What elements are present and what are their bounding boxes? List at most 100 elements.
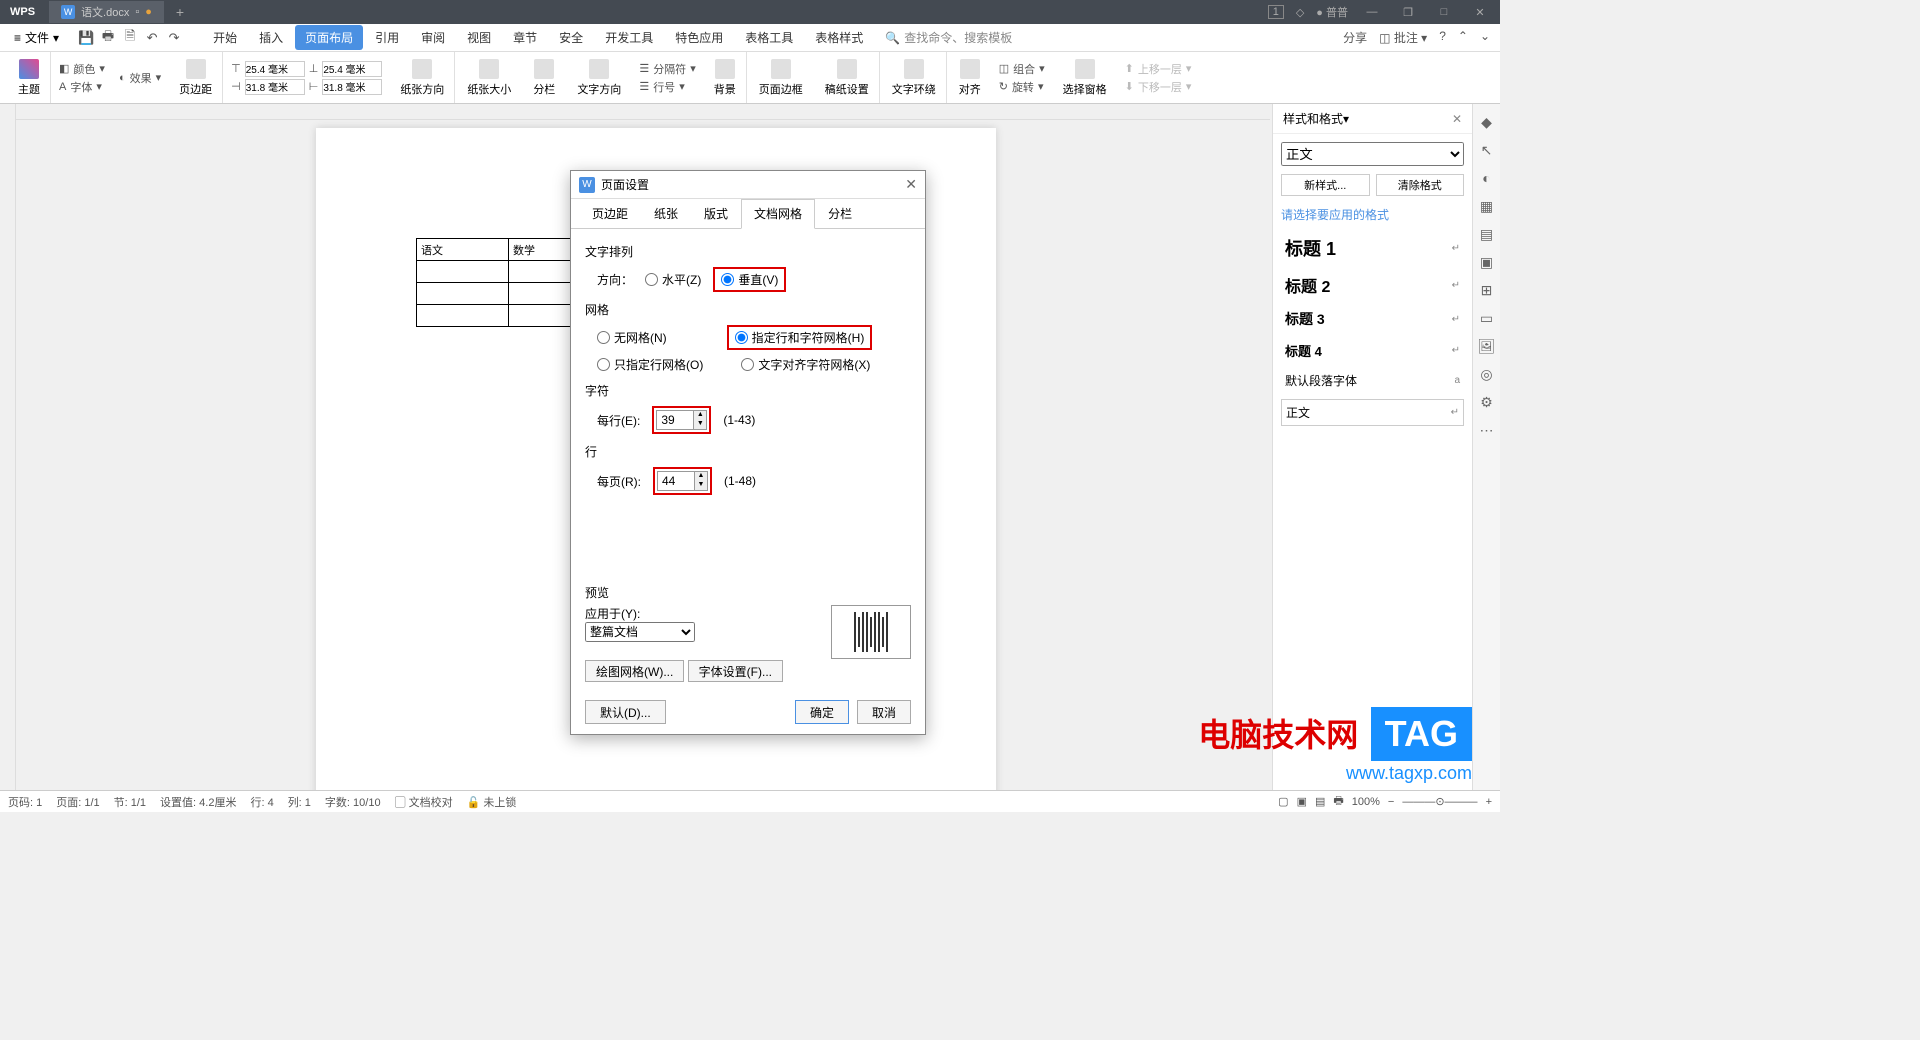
annotate-button[interactable]: ◫ 批注 ▾ [1379,29,1427,46]
collapse-icon[interactable]: ⌃ [1458,29,1468,46]
save-icon[interactable]: 💾 [77,29,95,47]
down-button[interactable]: ⬇ 下移一层 ▾ [1125,79,1192,95]
tab-start[interactable]: 开始 [203,25,247,50]
strip-icon[interactable]: ▣ [1478,254,1496,272]
panel-close-icon[interactable]: ✕ [1452,112,1462,126]
status-words[interactable]: 字数: 10/10 [325,794,381,810]
tab-tabletools[interactable]: 表格工具 [735,25,803,50]
effect-button[interactable]: ◐ 效果 ▾ [119,70,161,86]
spin-up-icon[interactable]: ▲ [694,411,706,420]
status-lock[interactable]: 🔓 未上锁 [467,794,517,810]
tab-insert[interactable]: 插入 [249,25,293,50]
ok-button[interactable]: 确定 [795,700,849,724]
up-button[interactable]: ⬆ 上移一层 ▾ [1125,61,1192,77]
strip-icon[interactable]: 🖼 [1478,338,1496,356]
spin-down-icon[interactable]: ▼ [695,481,707,490]
tab-layout[interactable]: 页面布局 [295,25,363,50]
margins-button[interactable]: 页边距 [175,59,216,97]
view-icon[interactable]: 🖶 [1333,792,1343,811]
more-icon[interactable]: ⌄ [1480,29,1490,46]
style-h2[interactable]: 标题 2↵ [1281,267,1464,303]
dtab-grid[interactable]: 文档网格 [741,199,815,229]
draw-grid-button[interactable]: 绘图网格(W)... [585,660,684,682]
orientation-button[interactable]: 纸张方向 [396,59,448,97]
breaks-button[interactable]: ☰ 分隔符 ▾ [639,61,695,77]
margin-top[interactable]: ⊤ ⊥ [231,61,382,77]
spin-down-icon[interactable]: ▼ [694,420,706,429]
dtab-paper[interactable]: 纸张 [641,199,691,228]
share-button[interactable]: 分享 [1343,29,1367,46]
perline-input[interactable] [657,411,693,429]
style-h3[interactable]: 标题 3↵ [1281,303,1464,335]
cancel-button[interactable]: 取消 [857,700,911,724]
zoom-in-icon[interactable]: + [1486,796,1492,808]
wrap-button[interactable]: 文字环绕 [888,59,940,97]
view-icon[interactable]: ▢ [1278,795,1288,808]
radio-horizontal[interactable]: 水平(Z) [645,271,701,288]
redo-icon[interactable]: ↷ [165,29,183,47]
view-icon[interactable]: ▣ [1297,795,1307,808]
strip-icon[interactable]: ⚙ [1478,394,1496,412]
radio-alignchar[interactable]: 文字对齐字符网格(X) [741,356,870,373]
command-search[interactable]: 🔍 查找命令、搜索模板 [885,29,1012,46]
font-button[interactable]: A 字体 ▾ [59,79,105,95]
color-button[interactable]: ◧ 颜色 ▾ [59,61,105,77]
user-avatar[interactable]: ● 普普 [1316,4,1348,20]
radio-lineonly[interactable]: 只指定行网格(O) [597,356,703,373]
table-cell[interactable] [417,305,509,327]
strip-icon[interactable]: ▦ [1478,198,1496,216]
radio-vertical[interactable]: 垂直(V) [721,271,778,288]
default-button[interactable]: 默认(D)... [585,700,666,724]
print-icon[interactable]: 🖶 [99,29,117,47]
strip-icon[interactable]: ▤ [1478,226,1496,244]
background-button[interactable]: 背景 [710,59,740,97]
border-button[interactable]: 页面边框 [755,59,807,97]
font-setting-button[interactable]: 字体设置(F)... [688,660,783,682]
preview-icon[interactable]: 🗎 [121,29,139,47]
style-default-para[interactable]: 默认段落字体a [1281,366,1464,395]
radio-linechar[interactable]: 指定行和字符网格(H) [735,329,865,346]
clear-format-button[interactable]: 清除格式 [1376,174,1465,196]
status-page[interactable]: 页码: 1 [8,794,42,810]
help-icon[interactable]: ? [1439,29,1446,46]
strip-icon[interactable]: ◐ [1478,170,1496,188]
view-icon[interactable]: ▤ [1315,795,1325,808]
combine-button[interactable]: ◫ 组合 ▾ [999,61,1045,77]
table-cell[interactable] [417,283,509,305]
style-h1[interactable]: 标题 1↵ [1281,229,1464,267]
tab-special[interactable]: 特色应用 [665,25,733,50]
zoom-out-icon[interactable]: − [1388,796,1394,808]
pane-button[interactable]: 选择窗格 [1059,59,1111,97]
rotate-button[interactable]: ↻ 旋转 ▾ [999,79,1045,95]
tab-menu-icon[interactable]: ▫ [135,6,139,18]
perline-spinner[interactable]: ▲▼ [656,410,707,430]
status-section[interactable]: 节: 1/1 [114,794,146,810]
textdir-button[interactable]: 文字方向 [573,59,625,97]
current-style-select[interactable]: 正文 [1281,142,1464,166]
radio-nogrid[interactable]: 无网格(N) [597,329,667,346]
paper-button[interactable]: 稿纸设置 [821,59,873,97]
tab-pin-icon[interactable]: ● [145,6,152,18]
strip-icon[interactable]: ◆ [1478,114,1496,132]
tab-tablestyle[interactable]: 表格样式 [805,25,873,50]
tab-view[interactable]: 视图 [457,25,501,50]
style-h4[interactable]: 标题 4↵ [1281,335,1464,366]
maximize-button[interactable]: □ [1432,6,1456,18]
papersize-button[interactable]: 纸张大小 [463,59,515,97]
theme-button[interactable]: 主题 [14,59,44,97]
strip-icon[interactable]: ◎ [1478,366,1496,384]
strip-icon[interactable]: ⋯ [1478,422,1496,440]
zoom-value[interactable]: 100% [1352,796,1380,808]
strip-icon[interactable]: ⊞ [1478,282,1496,300]
restore-button[interactable]: ❐ [1396,6,1420,19]
add-tab-button[interactable]: + [164,4,196,20]
status-pages[interactable]: 页面: 1/1 [56,794,99,810]
table-cell[interactable]: 语文 [417,239,509,261]
strip-icon[interactable]: ▭ [1478,310,1496,328]
document-tab[interactable]: W 语文.docx ▫ ● [49,1,164,23]
dialog-close-button[interactable]: ✕ [905,176,917,193]
spin-up-icon[interactable]: ▲ [695,472,707,481]
tab-dev[interactable]: 开发工具 [595,25,663,50]
tab-chapter[interactable]: 章节 [503,25,547,50]
dtab-layout[interactable]: 版式 [691,199,741,228]
